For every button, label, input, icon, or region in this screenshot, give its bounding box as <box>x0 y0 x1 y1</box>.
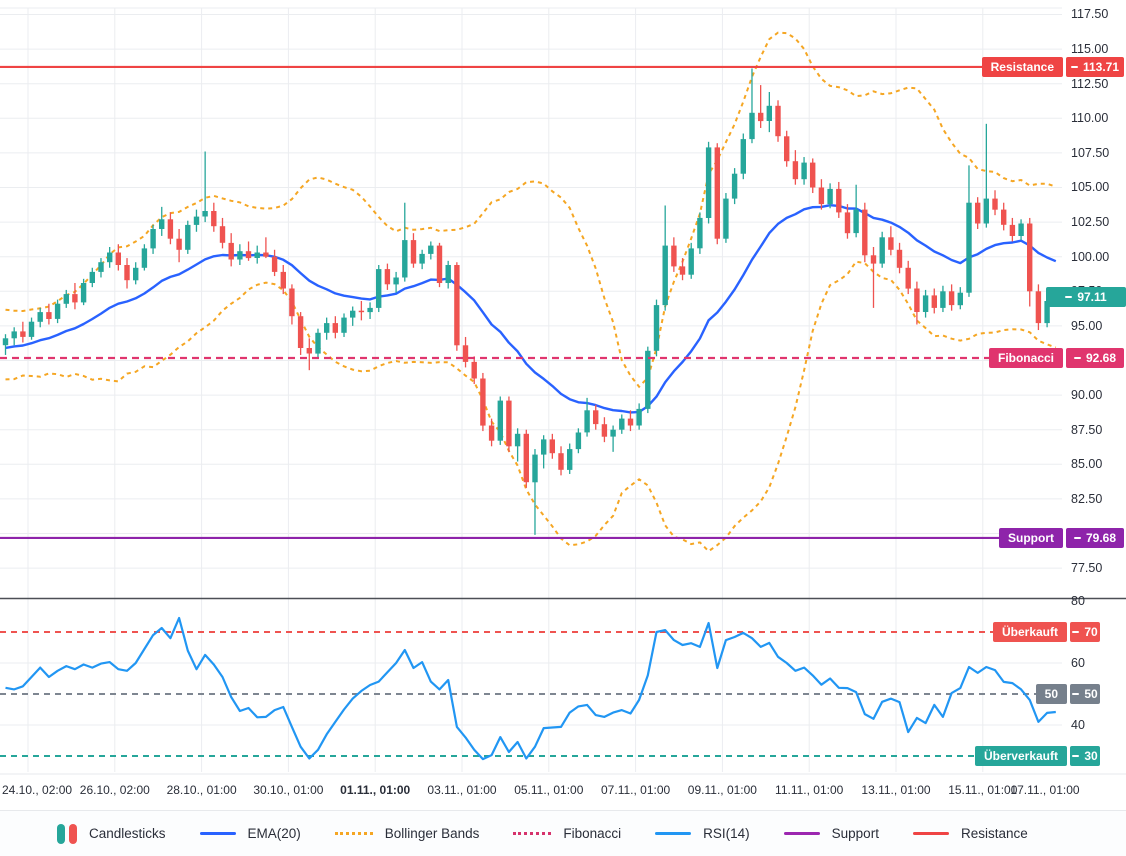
rsi-overbought-badge: Überkauft 70 <box>993 622 1100 642</box>
chart-canvas[interactable] <box>0 0 1126 810</box>
price-tick-label: 100.00 <box>1071 249 1109 265</box>
price-tick-label: 95.00 <box>1071 318 1102 334</box>
oversold-badge-label: Überverkauft <box>975 746 1067 766</box>
tick-dash <box>1072 693 1079 695</box>
rsi-line <box>6 618 1056 759</box>
fibonacci-price-badge: Fibonacci 92.68 <box>989 348 1124 368</box>
legend-item-label: RSI(14) <box>703 826 750 841</box>
resistance-price-badge: Resistance 113.71 <box>982 57 1124 77</box>
tick-dash <box>1074 537 1081 539</box>
support-price-badge: Support 79.68 <box>999 528 1124 548</box>
price-tick-label: 85.00 <box>1071 456 1102 472</box>
legend-item-ema-20-[interactable]: EMA(20) <box>200 826 301 841</box>
fibonacci-badge-label: Fibonacci <box>989 348 1063 368</box>
x-tick-label: 28.10., 01:00 <box>167 783 237 798</box>
legend-item-label: Fibonacci <box>563 826 621 841</box>
rsi-middle-badge: 50 50 <box>1036 684 1100 704</box>
x-tick-label: 01.11., 01:00 <box>340 783 410 798</box>
resistance-badge-label: Resistance <box>982 57 1063 77</box>
bollinger-upper-line <box>6 33 1056 387</box>
ema20-path <box>6 205 1056 412</box>
dotted-line-swatch-icon <box>335 832 373 835</box>
tick-dash <box>1072 631 1079 633</box>
price-tick-label: 87.50 <box>1071 422 1102 438</box>
tick-dash <box>1074 357 1081 359</box>
legend-item-rsi-14-[interactable]: RSI(14) <box>655 826 750 841</box>
oversold-badge-value: 30 <box>1070 746 1100 766</box>
x-tick-label: 11.11., 01:00 <box>775 783 843 798</box>
legend-item-bollinger-bands[interactable]: Bollinger Bands <box>335 826 480 841</box>
last-price-badge: 97.11 <box>1046 287 1126 307</box>
price-tick-label: 107.50 <box>1071 145 1109 161</box>
price-tick-label: 105.00 <box>1071 179 1109 195</box>
x-tick-label: 26.10., 02:00 <box>80 783 150 798</box>
trading-chart[interactable]: 117.50 115.00 112.50 110.00 107.50 105.00 102.… <box>0 0 1126 856</box>
x-tick-label: 30.10., 01:00 <box>253 783 323 798</box>
candlestick-swatch-icon <box>57 824 77 844</box>
rsi-levels <box>0 632 1062 756</box>
legend-item-support[interactable]: Support <box>784 826 879 841</box>
legend-item-label: Candlesticks <box>89 826 166 841</box>
x-tick-label: 05.11., 01:00 <box>514 783 583 798</box>
rsi-tick-label: 80 <box>1071 593 1085 609</box>
price-tick-label: 82.50 <box>1071 491 1102 507</box>
rsi14-path <box>6 618 1056 759</box>
legend-item-fibonacci[interactable]: Fibonacci <box>513 826 621 841</box>
tick-dash <box>1065 296 1072 298</box>
price-tick-label: 110.00 <box>1071 110 1108 126</box>
support-value-text: 79.68 <box>1086 531 1116 545</box>
x-tick-label: 13.11., 01:00 <box>861 783 930 798</box>
last-price-text: 97.11 <box>1077 290 1106 304</box>
rsi-tick-label: 40 <box>1071 717 1085 733</box>
line-swatch-icon <box>200 832 236 836</box>
oversold-value-text: 30 <box>1084 749 1097 763</box>
x-tick-label: 24.10., 02:00 <box>2 783 72 798</box>
rsi-middle-badge-value: 50 <box>1070 684 1100 704</box>
support-badge-label: Support <box>999 528 1063 548</box>
legend-item-label: Bollinger Bands <box>385 826 480 841</box>
legend-item-label: Resistance <box>961 826 1028 841</box>
price-tick-label: 112.50 <box>1071 76 1108 92</box>
x-tick-label: 09.11., 01:00 <box>688 783 757 798</box>
line-swatch-icon <box>913 832 949 836</box>
legend-item-label: EMA(20) <box>248 826 301 841</box>
overbought-value-text: 70 <box>1084 625 1097 639</box>
candlestick-series[interactable] <box>3 68 1059 534</box>
bollinger-bands <box>6 33 1056 552</box>
price-tick-label: 115.00 <box>1071 41 1108 57</box>
resistance-badge-value: 113.71 <box>1066 57 1124 77</box>
x-tick-label: 15.11., 01:00 <box>948 783 1017 798</box>
dotted-line-swatch-icon <box>513 832 551 835</box>
price-tick-label: 90.00 <box>1071 387 1102 403</box>
rsi-tick-label: 60 <box>1071 655 1085 671</box>
legend-item-label: Support <box>832 826 879 841</box>
x-tick-label: 17.11., 01:00 <box>1010 783 1079 798</box>
resistance-value-text: 113.71 <box>1083 60 1119 74</box>
chart-legend: Candlesticks EMA(20) Bollinger Bands Fibona… <box>0 810 1126 856</box>
level-lines[interactable] <box>0 67 1062 538</box>
bollinger-lower-line <box>6 262 1056 552</box>
price-tick-label: 102.50 <box>1071 214 1109 230</box>
tick-dash <box>1071 66 1078 68</box>
grid-lines <box>0 8 1126 774</box>
rsi-oversold-badge: Überverkauft 30 <box>975 746 1100 766</box>
rsi-middle-badge-label: 50 <box>1036 684 1067 704</box>
x-tick-label: 03.11., 01:00 <box>427 783 496 798</box>
line-swatch-icon <box>784 832 820 836</box>
legend-item-candlesticks[interactable]: Candlesticks <box>57 824 166 844</box>
fibonacci-badge-value: 92.68 <box>1066 348 1124 368</box>
last-price-value: 97.11 <box>1046 287 1126 307</box>
legend-item-resistance[interactable]: Resistance <box>913 826 1028 841</box>
support-badge-value: 79.68 <box>1066 528 1124 548</box>
overbought-badge-value: 70 <box>1070 622 1100 642</box>
ema-line <box>6 205 1056 412</box>
price-tick-label: 77.50 <box>1071 560 1102 576</box>
tick-dash <box>1072 755 1079 757</box>
line-swatch-icon <box>655 832 691 836</box>
overbought-badge-label: Überkauft <box>993 622 1067 642</box>
fibonacci-value-text: 92.68 <box>1086 351 1116 365</box>
x-tick-label: 07.11., 01:00 <box>601 783 670 798</box>
rsi-middle-value-text: 50 <box>1084 687 1097 701</box>
price-tick-label: 117.50 <box>1071 6 1108 22</box>
